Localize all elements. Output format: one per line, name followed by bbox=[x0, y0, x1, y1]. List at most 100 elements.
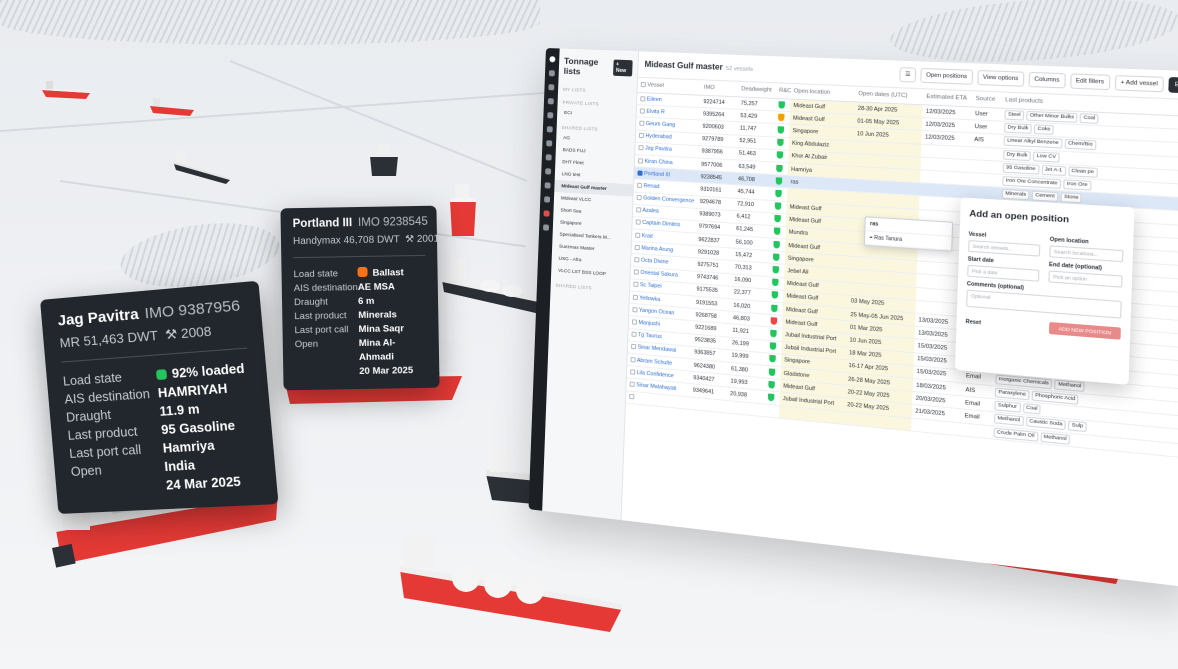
ship-icon[interactable] bbox=[148, 96, 196, 118]
row-checkbox[interactable] bbox=[635, 219, 641, 226]
add-position-dialog[interactable]: Add an open position Vessel Search vesse… bbox=[954, 197, 1135, 385]
vessel-card-portland-iii[interactable]: Portland III IMO 9238545 Handymax 46,708 … bbox=[280, 205, 440, 391]
list-view-button[interactable]: ☰ bbox=[899, 66, 917, 83]
product-chip: Linear Alkyl Benzene bbox=[1003, 136, 1063, 150]
vessel-name[interactable]: Abram Schulte bbox=[637, 357, 673, 366]
vessel-name[interactable]: Oriental Sakura bbox=[640, 270, 678, 279]
column-header[interactable]: Deadweight bbox=[737, 81, 777, 99]
list-icon[interactable] bbox=[545, 168, 552, 175]
vessel-name[interactable]: Golden Convergence bbox=[643, 195, 694, 204]
location-dropdown[interactable]: ras ⌖ Ras Tanura bbox=[863, 216, 954, 252]
row-checkbox[interactable] bbox=[636, 207, 642, 213]
row-checkbox[interactable] bbox=[631, 331, 637, 338]
export-button[interactable]: Export bbox=[1168, 76, 1178, 94]
row-checkbox[interactable] bbox=[638, 145, 644, 151]
vessel-search-input[interactable]: Search vessels... bbox=[968, 239, 1041, 257]
reset-button[interactable]: Reset bbox=[965, 318, 981, 326]
row-checkbox[interactable] bbox=[636, 182, 643, 188]
vessel-name[interactable]: Eileen bbox=[647, 96, 662, 103]
row-checkbox[interactable] bbox=[631, 319, 638, 325]
column-header[interactable]: R&C bbox=[775, 83, 791, 100]
row-checkbox[interactable] bbox=[640, 95, 646, 102]
detail-value-text: 11.9 m bbox=[158, 401, 201, 419]
product-chip: Cement bbox=[1031, 190, 1059, 203]
bookmark-icon[interactable] bbox=[547, 98, 554, 105]
row-checkbox[interactable] bbox=[639, 108, 645, 114]
ship-icon[interactable] bbox=[40, 78, 92, 100]
start-date-picker[interactable]: Pick a date bbox=[967, 264, 1040, 282]
vessel-name[interactable]: Sc Taipei bbox=[640, 282, 662, 290]
vessel-name[interactable]: Geum Gang bbox=[646, 121, 676, 129]
row-checkbox[interactable] bbox=[630, 368, 636, 375]
anchor-icon[interactable] bbox=[544, 182, 551, 189]
row-checkbox[interactable] bbox=[629, 393, 635, 400]
select-all-checkbox[interactable] bbox=[640, 81, 646, 88]
row-checkbox[interactable] bbox=[635, 232, 641, 238]
row-checkbox[interactable] bbox=[637, 157, 644, 164]
vessel-name[interactable]: Octa Divine bbox=[641, 258, 669, 266]
ship-icon[interactable] bbox=[446, 180, 480, 238]
detail-label: AIS destination bbox=[293, 282, 358, 295]
logo-icon[interactable] bbox=[549, 56, 556, 63]
ship-nav-icon[interactable] bbox=[545, 154, 552, 161]
new-list-button[interactable]: + New bbox=[612, 59, 633, 77]
home-icon[interactable] bbox=[548, 70, 555, 77]
row-checkbox[interactable] bbox=[637, 170, 643, 176]
edit-filters-button[interactable]: Edit filters bbox=[1069, 72, 1111, 90]
vessel-name[interactable]: Elvita R bbox=[646, 108, 665, 115]
row-checkbox[interactable] bbox=[636, 194, 642, 201]
row-checkbox[interactable] bbox=[632, 294, 639, 300]
vessel-name[interactable]: Kiran China bbox=[644, 158, 672, 166]
shield-icon[interactable] bbox=[546, 140, 553, 147]
rc-shield-icon bbox=[771, 304, 778, 312]
vessel-card-jag-pavitra[interactable]: Jag Pavitra IMO 9387956 MR 51,463 DWT ⚒ 2… bbox=[40, 280, 279, 514]
row-checkbox[interactable] bbox=[630, 344, 637, 350]
settings-icon[interactable] bbox=[542, 224, 550, 231]
end-date-picker[interactable]: Pick an option bbox=[1048, 270, 1123, 288]
vessel-name[interactable]: Azalea bbox=[642, 208, 659, 215]
open-positions-button[interactable]: Open positions bbox=[920, 67, 974, 85]
vessel-name[interactable]: Jag Pavitra bbox=[645, 146, 672, 154]
rc-shield-icon bbox=[777, 113, 785, 122]
row-checkbox[interactable] bbox=[634, 257, 640, 263]
row-checkbox[interactable] bbox=[638, 132, 645, 139]
vessel-name[interactable]: Hyderabad bbox=[645, 133, 672, 140]
vessel-name[interactable]: Tg Taurus bbox=[638, 332, 662, 340]
globe-icon[interactable] bbox=[546, 126, 553, 133]
ship-icon[interactable] bbox=[440, 256, 550, 316]
vessel-name[interactable]: Sinar Malahayati bbox=[636, 382, 676, 392]
row-checkbox[interactable] bbox=[632, 306, 638, 313]
ship-icon[interactable] bbox=[396, 530, 626, 634]
ship-icon[interactable] bbox=[172, 150, 232, 184]
view-options-button[interactable]: View options bbox=[977, 69, 1025, 87]
vessel-name[interactable]: Sinar Mendawai bbox=[637, 345, 676, 355]
columns-button[interactable]: Columns bbox=[1028, 71, 1066, 88]
vessel-name[interactable]: Marina Arung bbox=[641, 245, 673, 253]
vessel-name[interactable]: Renad bbox=[643, 183, 659, 190]
row-checkbox[interactable] bbox=[634, 244, 640, 251]
vessel-name[interactable]: Lila Confidence bbox=[637, 370, 674, 380]
add-new-position-button[interactable]: ADD NEW POSITION bbox=[1048, 321, 1121, 340]
chart-icon[interactable] bbox=[547, 112, 554, 119]
vessel-name[interactable]: Krait bbox=[642, 233, 653, 240]
location-search-input[interactable]: Search locations... bbox=[1049, 245, 1124, 263]
vessel-name[interactable]: Yangon Ocean bbox=[639, 307, 675, 316]
bell-icon[interactable] bbox=[544, 196, 551, 203]
vessel-name[interactable]: Yellowka bbox=[639, 295, 660, 303]
grid-icon[interactable] bbox=[548, 84, 555, 91]
detail-value-text: Mina Saqr bbox=[358, 323, 405, 336]
ship-icon[interactable] bbox=[364, 142, 404, 178]
vessel-name[interactable]: Captain Dimitris bbox=[642, 220, 680, 229]
column-header[interactable]: Source bbox=[971, 91, 1002, 109]
vessel-name[interactable]: Portland III bbox=[644, 171, 670, 179]
row-checkbox[interactable] bbox=[633, 281, 639, 288]
row-checkbox[interactable] bbox=[633, 269, 639, 275]
vessel-name[interactable]: Manjushi bbox=[638, 320, 660, 328]
row-checkbox[interactable] bbox=[629, 381, 635, 387]
column-header[interactable]: IMO bbox=[700, 80, 739, 97]
product-chip: Dry Bulk bbox=[1003, 123, 1032, 135]
add-vessel-button[interactable]: + Add vessel bbox=[1114, 74, 1165, 92]
row-checkbox[interactable] bbox=[630, 356, 636, 363]
tonnage-icon[interactable] bbox=[543, 210, 550, 217]
row-checkbox[interactable] bbox=[639, 120, 645, 126]
